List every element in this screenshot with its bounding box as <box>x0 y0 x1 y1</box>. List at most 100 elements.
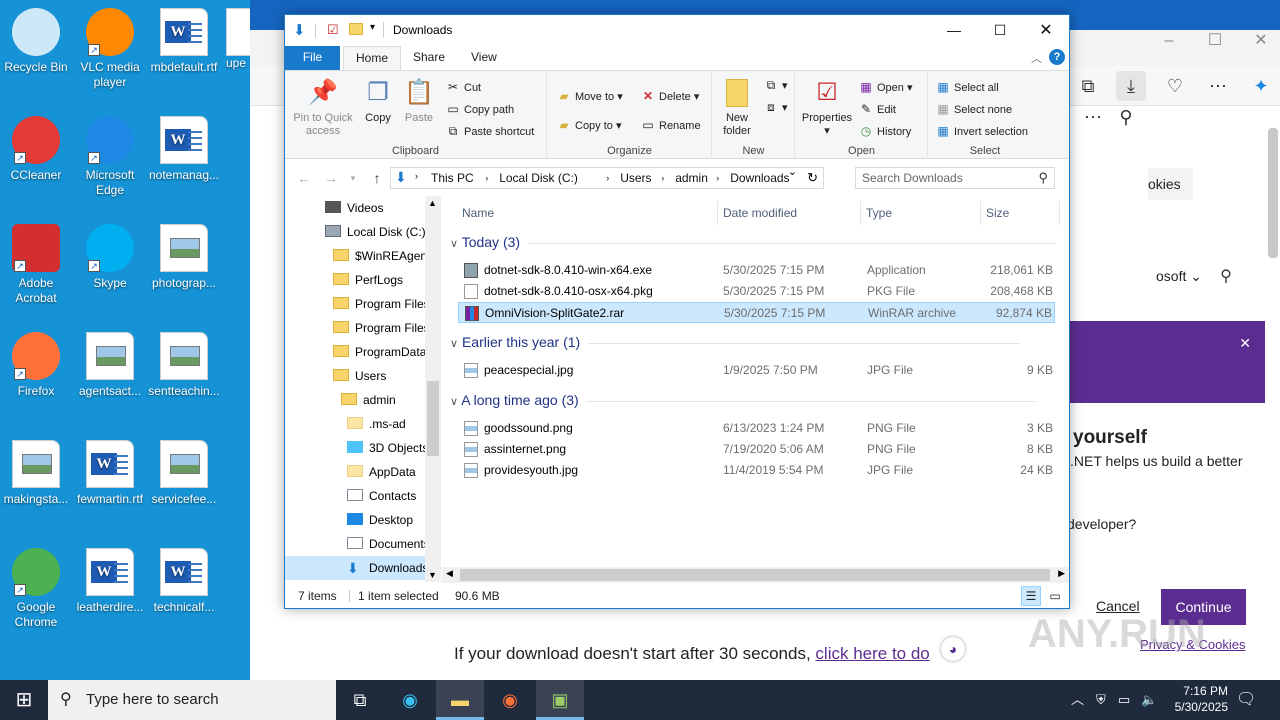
download-link[interactable]: click here to do <box>815 644 929 663</box>
collapse-ribbon-icon[interactable]: ︿ <box>1031 50 1042 66</box>
nav-item[interactable]: 3D Objects <box>285 436 428 460</box>
nav-item[interactable]: Contacts <box>285 484 425 508</box>
desktop-icon[interactable]: Wnotemanag... <box>148 116 220 183</box>
open-button[interactable]: ▦ Open ▾ <box>858 77 912 97</box>
desktop-icon[interactable]: Wleatherdire... <box>74 548 146 615</box>
nav-item[interactable]: PerfLogs <box>285 268 425 292</box>
address-bar[interactable]: ⬇ › ⌄ ↻ This PC › Local Disk (C:) › Users › ad… <box>390 166 824 189</box>
large-icons-view-icon[interactable]: ▭ <box>1045 586 1065 606</box>
tab-share[interactable]: Share <box>401 46 457 70</box>
search-input[interactable]: Search Downloads ⚲ <box>855 167 1055 189</box>
downloads-icon[interactable]: ⤓ <box>1116 71 1146 101</box>
back-button[interactable]: ← <box>294 170 314 186</box>
volume-icon[interactable]: 🔈 <box>1141 680 1157 720</box>
start-button[interactable]: ⊞ <box>0 680 48 720</box>
scroll-up-icon[interactable]: ▲ <box>428 198 437 208</box>
nav-item[interactable]: ProgramData <box>285 340 426 364</box>
chevron-right-icon[interactable]: › <box>661 173 664 183</box>
breadcrumb-item[interactable]: This PC <box>431 171 474 185</box>
chevron-right-icon[interactable]: › <box>606 173 609 183</box>
desktop-icon[interactable]: ↗ Microsoft Edge <box>74 116 146 198</box>
desktop-icon[interactable]: agentsact... <box>74 332 146 399</box>
paste-button[interactable]: 📋 Paste <box>401 77 437 125</box>
browser-minimize-button[interactable]: ‒ <box>1146 30 1192 52</box>
nav-item[interactable]: Desktop <box>285 508 425 532</box>
desktop-icon[interactable]: makingsta... <box>0 440 72 507</box>
breadcrumb-item[interactable]: Local Disk (C:) <box>499 171 578 185</box>
desktop-icon[interactable]: photograp... <box>148 224 220 291</box>
notifications-icon[interactable]: 🗨 <box>1236 680 1256 720</box>
desktop-icon[interactable]: ↗ Adobe Acrobat <box>0 224 72 306</box>
breadcrumb-item[interactable]: Users <box>620 171 651 185</box>
nav-item[interactable]: Program Files <box>285 316 430 340</box>
nav-scroll-thumb[interactable] <box>427 381 439 456</box>
easy-access-button[interactable]: ⧈ ▾ <box>763 97 787 117</box>
downloads-more-icon[interactable]: ⋯ <box>1078 102 1108 132</box>
desktop-icon[interactable]: Wtechnicalf... <box>148 548 220 615</box>
rename-button[interactable]: ▭ Rename <box>640 115 700 135</box>
file-row[interactable]: dotnet-sdk-8.0.410-win-x64.exe 5/30/2025 … <box>458 260 1055 281</box>
nav-item[interactable]: admin <box>285 388 425 412</box>
column-size[interactable]: Size <box>980 201 1060 225</box>
properties-qa-icon[interactable]: ☑ <box>327 22 339 38</box>
nav-item[interactable]: Local Disk (C:) <box>285 220 426 244</box>
tab-home[interactable]: Home <box>343 46 402 71</box>
up-button[interactable]: ↑ <box>367 170 387 186</box>
history-button[interactable]: ◷ History <box>858 121 911 141</box>
properties-button[interactable]: ☑ Properties ▾ <box>799 77 855 138</box>
taskbar-search[interactable]: ⚲ Type here to search <box>48 680 336 720</box>
nav-item[interactable]: AppData <box>285 460 425 484</box>
cookies-button-fragment[interactable]: okies <box>1148 168 1193 200</box>
copy-path-button[interactable]: ▭ Copy path <box>445 99 514 119</box>
firefox-taskbar-icon[interactable]: ◉ <box>486 680 534 720</box>
breadcrumb-item[interactable]: Downloads <box>730 171 789 185</box>
pin-icon[interactable]: ⚲ <box>1111 102 1141 132</box>
nav-item[interactable]: ⬇ Downloads <box>285 556 428 580</box>
group-header[interactable]: ∨ Today (3) <box>450 234 1057 250</box>
desktop-icon[interactable]: sentteachin... <box>148 332 220 399</box>
desktop-icon[interactable]: ↗ VLC media player <box>74 8 146 90</box>
search-icon[interactable]: ⚲ <box>1211 262 1241 292</box>
group-header[interactable]: ∨ A long time ago (3) <box>450 392 1035 408</box>
network-icon[interactable]: ▭ <box>1118 680 1130 720</box>
column-date-modified[interactable]: Date modified <box>717 201 861 225</box>
collections-icon[interactable]: ⧉ <box>1073 71 1103 101</box>
delete-button[interactable]: ✕ Delete ▾ <box>640 86 699 106</box>
browser-close-button[interactable]: ✕ <box>1238 30 1280 52</box>
nav-item[interactable]: .ms-ad <box>285 412 425 436</box>
details-view-icon[interactable]: ☰ <box>1021 586 1041 606</box>
minimize-button[interactable]: — <box>931 15 977 46</box>
scroll-left-icon[interactable]: ◀ <box>446 568 453 579</box>
column-type[interactable]: Type <box>860 201 981 225</box>
clock[interactable]: 7:16 PM 5/30/2025 <box>1175 683 1228 715</box>
pin-quick-access-button[interactable]: 📌 Pin to Quick access <box>290 77 356 138</box>
copy-button[interactable]: ❐ Copy <box>361 77 395 125</box>
file-row[interactable]: OmniVision-SplitGate2.rar 5/30/2025 7:15 … <box>458 302 1055 323</box>
file-row[interactable]: dotnet-sdk-8.0.410-osx-x64.pkg 5/30/2025 … <box>458 281 1055 302</box>
new-item-button[interactable]: ⧉ ▾ <box>763 75 788 95</box>
maximize-button[interactable]: ☐ <box>977 15 1023 46</box>
nav-item[interactable]: Videos <box>285 196 425 220</box>
customize-qa-icon[interactable]: ▾ <box>370 22 375 33</box>
quick-access-icon[interactable]: ⬇ <box>293 21 306 39</box>
close-button[interactable]: ✕ <box>1023 15 1069 46</box>
nav-item[interactable]: $WinREAgent <box>285 244 430 268</box>
app-taskbar-icon[interactable]: ▣ <box>536 680 584 720</box>
column-name[interactable]: Name <box>456 201 718 225</box>
invert-selection-button[interactable]: ▦ Invert selection <box>935 121 1028 141</box>
browser-scrollbar[interactable] <box>1268 128 1278 258</box>
edge-taskbar-icon[interactable]: ◉ <box>386 680 434 720</box>
close-icon[interactable]: ✕ <box>1239 335 1251 352</box>
nav-item[interactable]: Documents <box>285 532 430 556</box>
scroll-down-icon[interactable]: ▼ <box>428 570 437 580</box>
new-folder-qa-icon[interactable] <box>349 23 363 35</box>
tab-file[interactable]: File <box>285 46 340 70</box>
chevron-right-icon[interactable]: › <box>716 173 719 183</box>
file-explorer-taskbar-icon[interactable]: ▬ <box>436 680 484 720</box>
defender-icon[interactable]: ⛨ <box>1096 680 1106 720</box>
file-row[interactable]: assinternet.png 7/19/2020 5:06 AM PNG File… <box>458 439 1055 460</box>
show-hidden-icons[interactable]: ︿ <box>1071 680 1084 720</box>
browser-maximize-button[interactable]: ☐ <box>1192 30 1238 52</box>
desktop-icon-partial[interactable]: upe <box>226 8 250 71</box>
browser-essentials-icon[interactable]: ♡ <box>1160 71 1190 101</box>
